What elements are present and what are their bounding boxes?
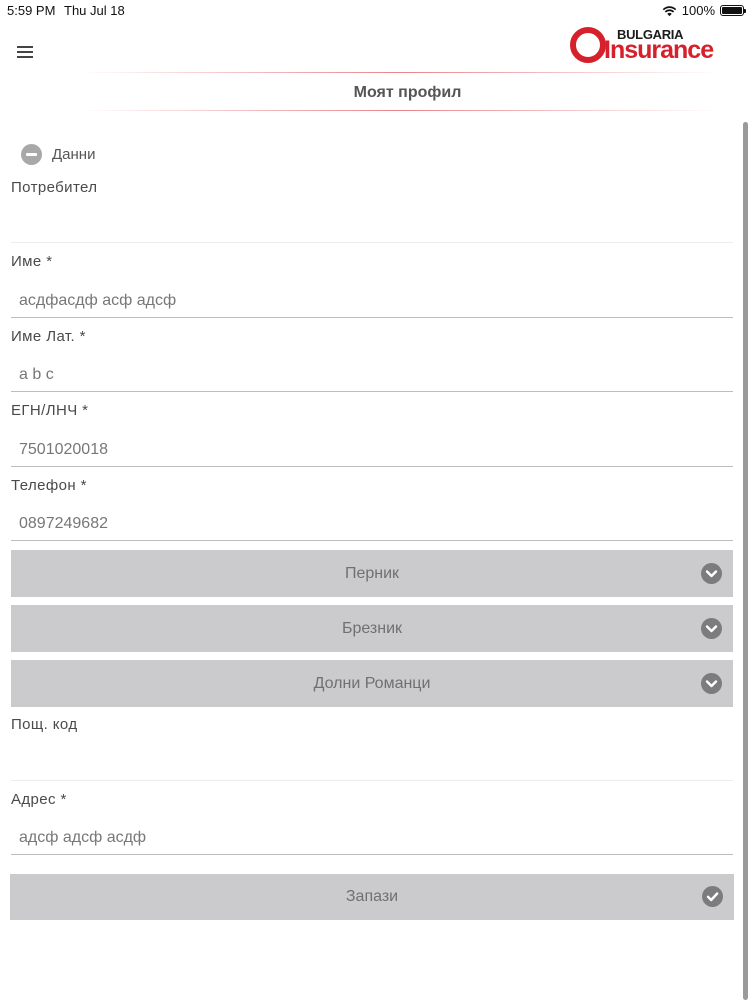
phone-field[interactable] <box>11 507 733 541</box>
municipality-select-value: Брезник <box>341 619 403 637</box>
logo-bottom-text: Insurance <box>604 36 714 64</box>
title-divider-bottom <box>80 110 720 111</box>
municipality-select[interactable]: Брезник <box>11 605 733 652</box>
address-field[interactable] <box>11 821 733 855</box>
egn-field[interactable] <box>11 433 733 467</box>
name-label: Име * <box>11 253 53 270</box>
title-divider-top <box>80 72 720 73</box>
postal-code-label: Пощ. код <box>11 716 78 733</box>
name-field[interactable] <box>11 284 733 318</box>
checkmark-icon <box>702 886 723 907</box>
region-select-value: Перник <box>344 564 400 582</box>
settlement-select-value: Долни Романци <box>313 674 431 692</box>
status-date: Thu Jul 18 <box>64 3 125 18</box>
battery-percent: 100% <box>681 3 715 18</box>
scrollbar[interactable] <box>743 122 748 1000</box>
chevron-down-icon <box>701 673 722 694</box>
status-time: 5:59 PM <box>7 3 56 18</box>
section-label: Данни <box>52 146 96 163</box>
section-toggle-data[interactable]: Данни <box>21 144 95 165</box>
logo: BULGARIA Insurance <box>568 24 718 66</box>
status-right: 100% <box>662 3 746 18</box>
postal-code-field[interactable] <box>11 747 733 781</box>
page-title: Моят профил <box>353 84 462 101</box>
user-field[interactable] <box>11 209 733 243</box>
phone-label: Телефон * <box>11 477 87 494</box>
status-bar: 5:59 PM Thu Jul 18 100% <box>0 0 750 22</box>
user-label: Потребител <box>11 179 98 196</box>
chevron-down-icon <box>701 618 722 639</box>
settlement-select[interactable]: Долни Романци <box>11 660 733 707</box>
address-label: Адрес * <box>11 791 67 808</box>
logo-ring-icon <box>570 27 606 63</box>
battery-icon <box>720 5 746 16</box>
minus-circle-icon <box>21 144 42 165</box>
save-button-label: Запази <box>345 888 399 905</box>
name-lat-field[interactable] <box>11 358 733 392</box>
wifi-icon <box>662 5 677 16</box>
egn-label: ЕГН/ЛНЧ * <box>11 402 89 419</box>
chevron-down-icon <box>701 563 722 584</box>
save-button[interactable]: Запази <box>10 874 734 920</box>
name-lat-label: Име Лат. * <box>11 328 86 345</box>
region-select[interactable]: Перник <box>11 550 733 597</box>
hamburger-icon[interactable] <box>17 46 33 59</box>
